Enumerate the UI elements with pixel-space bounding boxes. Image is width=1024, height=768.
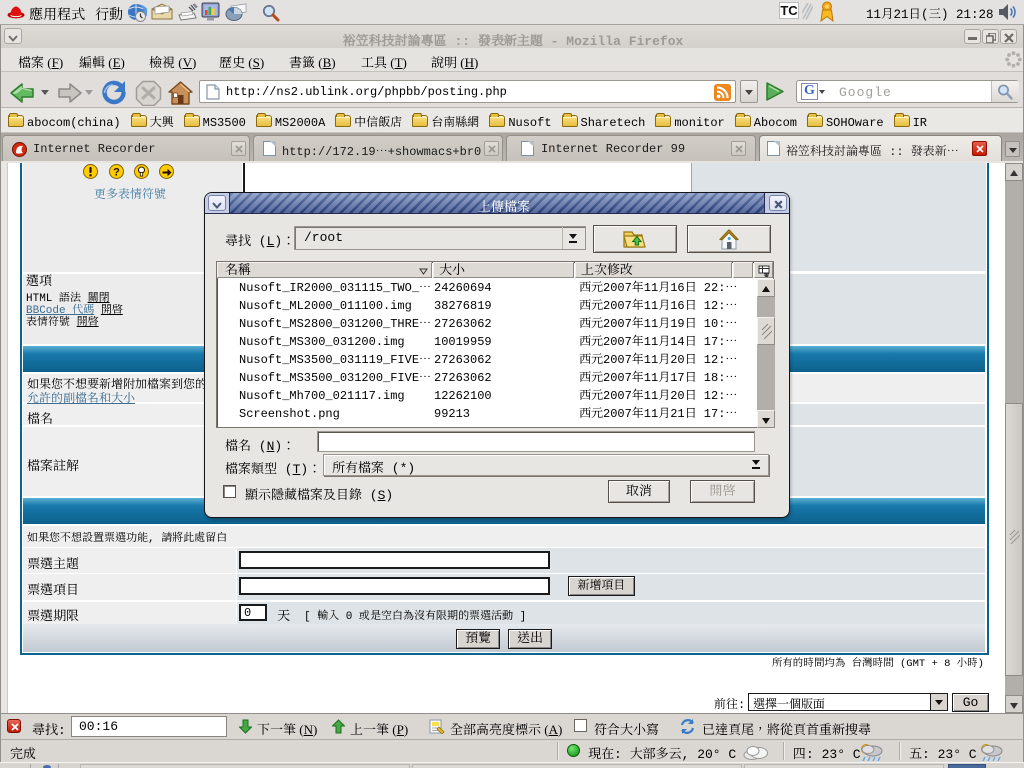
svg-text:?: ? xyxy=(113,167,120,179)
